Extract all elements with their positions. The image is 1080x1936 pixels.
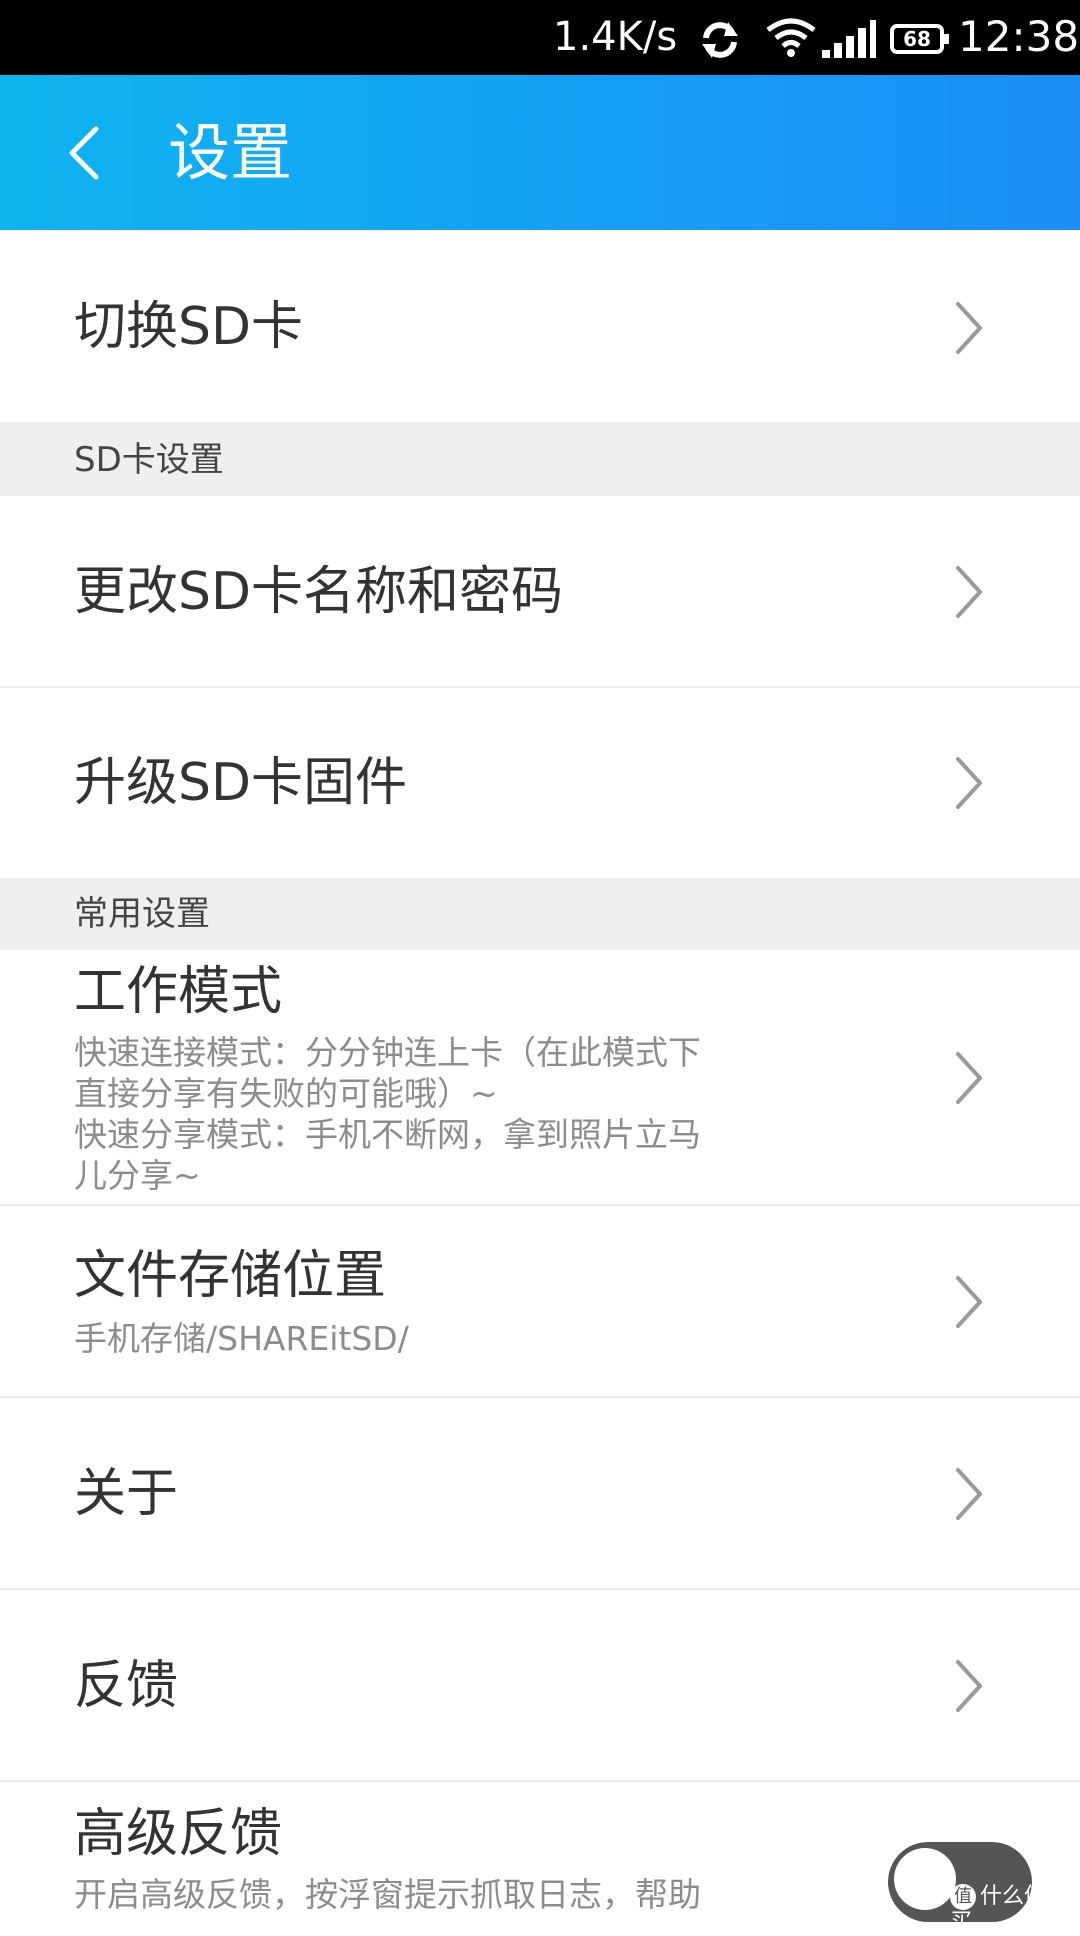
status-bar: 1.4K/s 68 12:38 — [0, 0, 1080, 75]
app-bar: 设置 — [0, 75, 1080, 230]
signal-icon — [822, 20, 876, 58]
chevron-right-icon — [956, 1052, 982, 1104]
advanced-feedback-label: 高级反馈 — [74, 1804, 283, 1864]
about-label: 关于 — [74, 1464, 179, 1524]
switch-sd-card-label: 切换SD卡 — [74, 297, 304, 357]
section-header-sd-settings: SD卡设置 — [0, 424, 1080, 496]
toggle-knob — [894, 1848, 956, 1910]
chevron-right-icon — [956, 1276, 982, 1328]
chevron-right-icon — [956, 302, 982, 354]
back-arrow-icon[interactable] — [60, 123, 110, 183]
storage-location-label: 文件存储位置 — [74, 1246, 387, 1306]
feedback-item[interactable]: 反馈 — [0, 1590, 1080, 1782]
work-mode-desc-line-1: 快速连接模式：分分钟连上卡（在此模式下 — [74, 1033, 701, 1072]
section-header-label: SD卡设置 — [74, 440, 224, 480]
chevron-right-icon — [956, 1660, 982, 1712]
work-mode-label: 工作模式 — [74, 962, 283, 1022]
rename-sd-card-item[interactable]: 更改SD卡名称和密码 — [0, 496, 1080, 688]
work-mode-item[interactable]: 工作模式 快速连接模式：分分钟连上卡（在此模式下 直接分享有失败的可能哦）~ 快… — [0, 950, 1080, 1206]
storage-location-item[interactable]: 文件存储位置 手机存储/SHAREitSD/ — [0, 1206, 1080, 1398]
battery-icon: 68 — [890, 24, 949, 54]
chevron-right-icon — [956, 566, 982, 618]
work-mode-desc-line-3: 快速分享模式：手机不断网，拿到照片立马 — [74, 1115, 701, 1154]
chevron-right-icon — [956, 1468, 982, 1520]
rename-sd-card-label: 更改SD卡名称和密码 — [74, 562, 564, 622]
chevron-right-icon — [956, 757, 982, 809]
sync-icon — [702, 22, 738, 58]
work-mode-desc-line-2: 直接分享有失败的可能哦）~ — [74, 1074, 498, 1113]
advanced-feedback-desc: 开启高级反馈，按浮窗提示抓取日志，帮助 — [74, 1875, 701, 1914]
feedback-label: 反馈 — [74, 1656, 179, 1716]
work-mode-desc-line-4: 儿分享~ — [74, 1156, 201, 1195]
page-title: 设置 — [168, 116, 293, 189]
switch-sd-card-item[interactable]: 切换SD卡 — [0, 230, 1080, 424]
section-header-label: 常用设置 — [74, 894, 210, 934]
upgrade-sd-firmware-item[interactable]: 升级SD卡固件 — [0, 688, 1080, 878]
net-speed: 1.4K/s — [553, 14, 678, 60]
about-item[interactable]: 关于 — [0, 1398, 1080, 1590]
clock: 12:38 — [958, 12, 1080, 61]
section-header-common-settings: 常用设置 — [0, 878, 1080, 950]
wifi-icon — [766, 18, 816, 57]
storage-location-path: 手机存储/SHAREitSD/ — [74, 1319, 409, 1358]
watermark-badge-icon: 值 — [950, 1884, 976, 1910]
upgrade-sd-firmware-label: 升级SD卡固件 — [74, 753, 408, 813]
watermark: 值什么值得买 — [950, 1884, 1080, 1936]
